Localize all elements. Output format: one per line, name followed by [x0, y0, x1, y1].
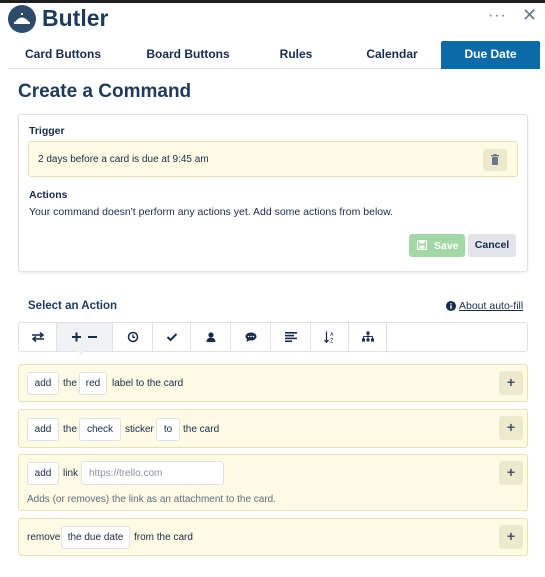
command-panel: Trigger 2 days before a card is due at 9…	[18, 114, 528, 272]
move-arrows-icon[interactable]	[19, 323, 57, 351]
actions-empty-text: Your command doesn't perform any actions…	[29, 206, 394, 218]
autofill-label: About auto-fill	[459, 300, 524, 312]
more-options-icon[interactable]: ···	[488, 7, 507, 25]
tab-board-buttons[interactable]: Board Buttons	[136, 41, 240, 69]
add-action-button[interactable]: +	[499, 461, 523, 485]
action-category-toolbar: A Z	[18, 322, 528, 352]
trigger-text: 2 days before a card is due at 9:45 am	[38, 154, 209, 165]
svg-text:A: A	[330, 332, 334, 338]
action-word: the	[63, 378, 77, 389]
action-hint-text: Adds (or removes) the link as an attachm…	[27, 494, 277, 505]
svg-text:Z: Z	[330, 339, 334, 344]
butler-logo-icon	[8, 5, 36, 33]
sticker-select[interactable]: check	[79, 418, 121, 441]
action-word: sticker	[125, 424, 154, 435]
add-remove-icon[interactable]	[57, 323, 113, 351]
tab-bar: Card Buttons Board Buttons Rules Calenda…	[8, 41, 540, 69]
toolbar-active-caret	[75, 349, 87, 355]
add-action-button[interactable]: +	[499, 525, 523, 549]
trash-icon	[491, 154, 499, 165]
action-word: label to the card	[112, 378, 184, 389]
verb-select[interactable]: add	[27, 418, 59, 441]
verb-select[interactable]: add	[27, 372, 59, 395]
app-title: Butler	[42, 5, 109, 31]
info-icon	[446, 301, 456, 311]
clock-icon[interactable]	[113, 323, 153, 351]
header: Butler ··· ✕	[0, 3, 545, 41]
save-button[interactable]: Save	[409, 234, 465, 257]
action-card-add-link: add link Adds (or removes) the link as a…	[18, 454, 528, 511]
trigger-label: Trigger	[29, 125, 65, 137]
add-action-button[interactable]: +	[499, 416, 523, 440]
trigger-box: 2 days before a card is due at 9:45 am	[28, 141, 518, 177]
description-icon[interactable]	[271, 323, 311, 351]
action-word: link	[63, 468, 79, 479]
cancel-button[interactable]: Cancel	[468, 234, 516, 257]
action-card-add-label: add the red label to the card +	[18, 364, 528, 402]
select-action-title: Select an Action	[28, 300, 118, 312]
save-label: Save	[434, 240, 459, 252]
page-title: Create a Command	[18, 81, 192, 102]
sort-icon[interactable]: A Z	[311, 323, 349, 351]
action-card-remove-due-date: remove the due date from the card +	[18, 518, 528, 556]
label-color-select[interactable]: red	[79, 372, 107, 395]
hierarchy-icon[interactable]	[349, 323, 387, 351]
action-word: from the card	[134, 532, 193, 543]
tab-rules[interactable]: Rules	[256, 41, 336, 69]
tab-card-buttons[interactable]: Card Buttons	[8, 41, 118, 69]
field-select[interactable]: the due date	[61, 526, 130, 549]
action-word: the	[63, 424, 77, 435]
member-icon[interactable]	[191, 323, 231, 351]
action-word: the card	[183, 424, 220, 435]
preposition-select[interactable]: to	[156, 418, 180, 441]
tab-calendar[interactable]: Calendar	[352, 41, 432, 69]
comment-icon[interactable]	[231, 323, 271, 351]
close-icon[interactable]: ✕	[522, 5, 537, 26]
verb-select[interactable]: add	[27, 462, 59, 485]
link-url-input[interactable]	[81, 461, 224, 485]
action-word: remove	[27, 532, 61, 543]
actions-label: Actions	[29, 189, 68, 201]
add-action-button[interactable]: +	[499, 371, 523, 395]
delete-trigger-button[interactable]	[483, 149, 507, 171]
tab-due-date[interactable]: Due Date	[441, 41, 540, 69]
save-icon	[417, 240, 427, 250]
action-card-add-sticker: add the check sticker to the card +	[18, 409, 528, 448]
checkmark-icon[interactable]	[153, 323, 191, 351]
